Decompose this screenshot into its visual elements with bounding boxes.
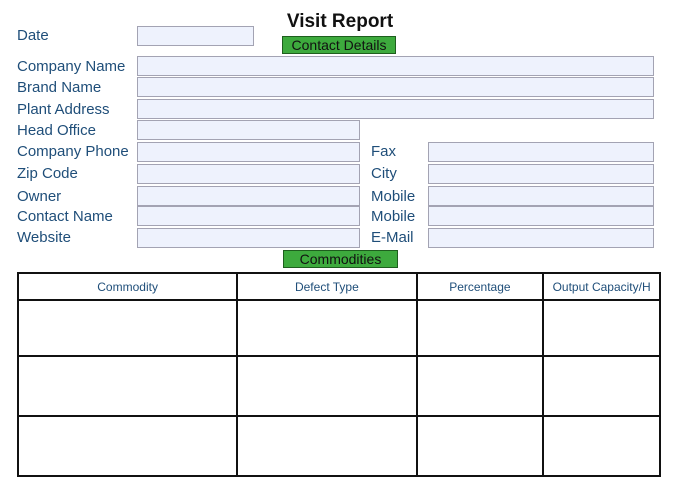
email-field[interactable] xyxy=(428,228,654,248)
city-field[interactable] xyxy=(428,164,654,184)
head-office-label: Head Office xyxy=(17,122,96,139)
table-cell[interactable] xyxy=(415,355,545,417)
contact-name-label: Contact Name xyxy=(17,208,113,225)
brand-name-field[interactable] xyxy=(137,77,654,97)
column-header-percentage: Percentage xyxy=(415,272,545,301)
table-cell[interactable] xyxy=(16,355,239,417)
table-row xyxy=(16,415,661,477)
zip-code-field[interactable] xyxy=(137,164,360,184)
owner-label: Owner xyxy=(17,188,62,205)
column-header-commodity: Commodity xyxy=(16,272,239,301)
column-header-output-capacity: Output Capacity/H xyxy=(542,272,661,301)
company-name-field[interactable] xyxy=(137,56,654,76)
table-cell[interactable] xyxy=(236,299,418,357)
commodities-heading: Commodities xyxy=(283,250,398,268)
table-cell[interactable] xyxy=(16,415,239,477)
table-cell[interactable] xyxy=(542,415,661,477)
email-label: E-Mail xyxy=(371,229,414,246)
table-cell[interactable] xyxy=(415,415,545,477)
company-name-label: Company Name xyxy=(17,58,126,75)
fax-label: Fax xyxy=(371,143,397,160)
fax-field[interactable] xyxy=(428,142,654,162)
company-phone-field[interactable] xyxy=(137,142,360,162)
contact-name-field[interactable] xyxy=(137,206,360,226)
page-title: Visit Report xyxy=(286,11,394,32)
owner-mobile-field[interactable] xyxy=(428,186,654,206)
table-cell[interactable] xyxy=(236,355,418,417)
mobile-label: Mobile xyxy=(371,208,416,225)
head-office-field[interactable] xyxy=(137,120,360,140)
commodities-table: Commodity Defect Type Percentage Output … xyxy=(16,272,661,477)
website-field[interactable] xyxy=(137,228,360,248)
website-label: Website xyxy=(17,229,71,246)
table-row xyxy=(16,299,661,357)
brand-name-label: Brand Name xyxy=(17,79,102,96)
plant-address-field[interactable] xyxy=(137,99,654,119)
city-label: City xyxy=(371,165,397,182)
date-field[interactable] xyxy=(137,26,254,46)
zip-code-label: Zip Code xyxy=(17,165,78,182)
table-cell[interactable] xyxy=(236,415,418,477)
owner-field[interactable] xyxy=(137,186,360,206)
table-header-row: Commodity Defect Type Percentage Output … xyxy=(16,272,661,301)
date-label: Date xyxy=(17,27,49,44)
table-cell[interactable] xyxy=(542,355,661,417)
column-header-defect-type: Defect Type xyxy=(236,272,418,301)
table-cell[interactable] xyxy=(415,299,545,357)
table-row xyxy=(16,355,661,417)
table-cell[interactable] xyxy=(16,299,239,357)
contact-mobile-field[interactable] xyxy=(428,206,654,226)
plant-address-label: Plant Address xyxy=(17,101,110,118)
contact-details-heading: Contact Details xyxy=(282,36,396,54)
table-cell[interactable] xyxy=(542,299,661,357)
mobile-label: Mobile xyxy=(371,188,416,205)
company-phone-label: Company Phone xyxy=(17,143,129,160)
